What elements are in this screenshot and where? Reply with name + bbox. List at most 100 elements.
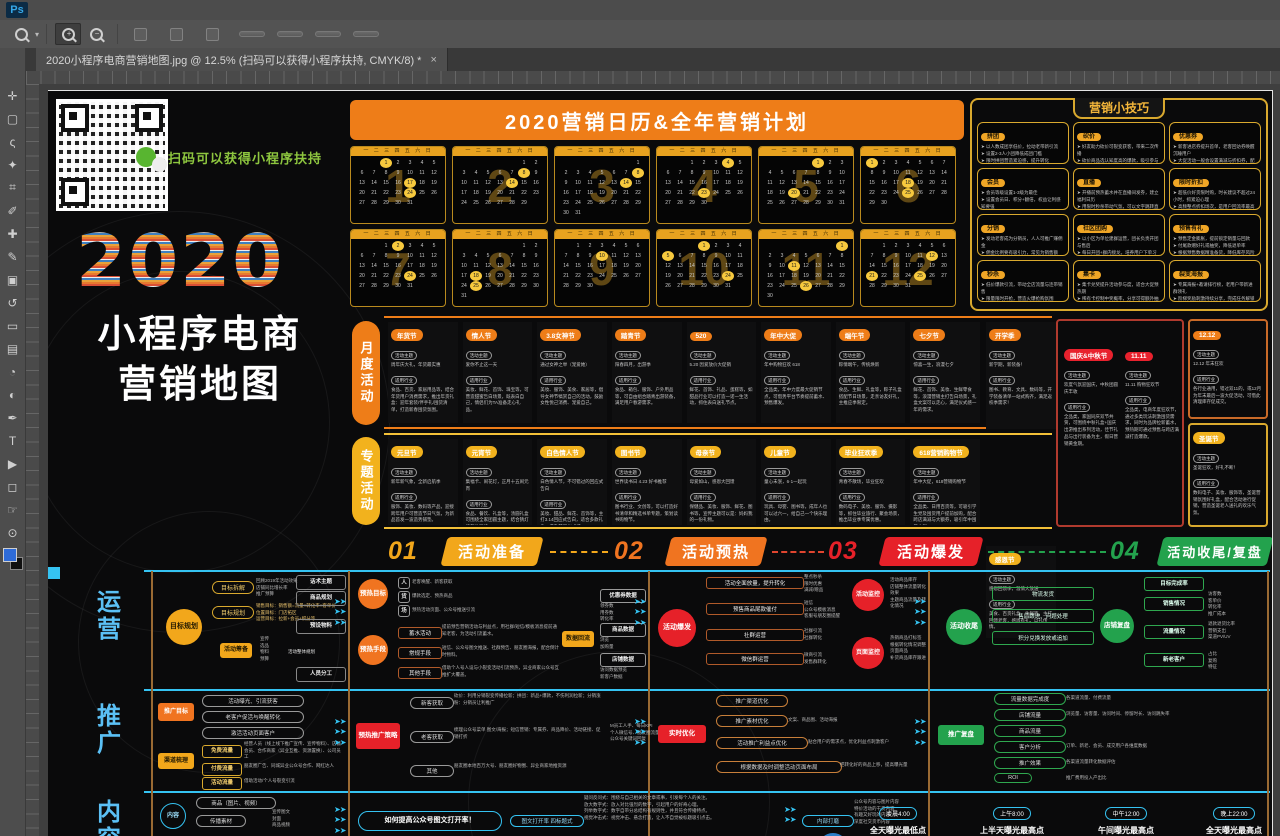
- calendar-day: 7: [800, 168, 812, 178]
- calendar-day: 3: [572, 168, 584, 178]
- tool-button[interactable]: ς: [2, 130, 24, 153]
- calendar-day: 10: [722, 251, 734, 261]
- tool-button[interactable]: T: [2, 429, 24, 452]
- event-theme-tag: 活动主题: [1193, 454, 1219, 463]
- node: 激活活动页面客户: [202, 727, 304, 739]
- calendar-day: 7: [506, 168, 518, 178]
- corner-accent: [48, 567, 60, 579]
- calendar-month: 一 二 三 四 五 六 日612345678910111213141516171…: [860, 146, 956, 224]
- dash-connector: [988, 551, 1106, 553]
- calendar-day-empty: [458, 158, 470, 168]
- tool-button[interactable]: ▭: [2, 314, 24, 337]
- option-button[interactable]: [353, 31, 379, 37]
- tool-button[interactable]: ⊙: [2, 521, 24, 544]
- tool-button[interactable]: ☞: [2, 498, 24, 521]
- node-warmup-goal: 预热目标: [358, 579, 388, 609]
- timeline-point: 中午12:00 午间曝光最高点: [1088, 803, 1164, 836]
- foreground-color-swatch[interactable]: [3, 548, 17, 562]
- tool-button[interactable]: ◻: [2, 475, 24, 498]
- timeline-label: 午间曝光最高点: [1088, 825, 1164, 836]
- calendar-day: 8: [686, 168, 698, 178]
- calendar-day: 14: [866, 261, 878, 271]
- tool-button[interactable]: ✎: [2, 245, 24, 268]
- calendar-month: 一 二 三 四 五 六 日111234567891011121314151617…: [758, 229, 854, 307]
- calendar-day: 6: [926, 158, 938, 168]
- calendar-day: 6: [494, 168, 506, 178]
- calendar-day-empty: [686, 241, 698, 251]
- event-industry-tag: 适用行业: [690, 493, 716, 502]
- tool-button[interactable]: ▤: [2, 337, 24, 360]
- tool-button[interactable]: ✚: [2, 222, 24, 245]
- tool-button[interactable]: ▢: [2, 107, 24, 130]
- zoom-tool-icon[interactable]: [8, 23, 34, 45]
- calendar-day: 1: [686, 158, 698, 168]
- event-industry: 食品、餐饮、礼盒等，汤圆礼盒可围绕全家团圆主题，结合猜灯谜互动玩法。: [466, 511, 530, 526]
- calendar-day: 29: [518, 281, 530, 291]
- close-tab-icon[interactable]: ×: [430, 54, 436, 66]
- event-card: 情人节 活动主题 爱你不止这一天 适用行业 美妆、鲜花、首饰、珠宝等，可营造甜蜜…: [463, 322, 533, 423]
- event-theme-tag: 活动主题: [615, 351, 641, 360]
- calendar-day: 2: [698, 158, 710, 168]
- stage-banner-burst: 活动爆发: [882, 537, 980, 566]
- tool-button[interactable]: ▶: [2, 452, 24, 475]
- checkbox-icon: [170, 28, 183, 41]
- calendar-days: 1234567891011121314151617181920212223242…: [657, 156, 751, 208]
- calendar-day: 16: [530, 261, 542, 271]
- dash-connector: [550, 551, 608, 553]
- tool-button[interactable]: ⌗: [2, 176, 24, 199]
- calendar-day: 23: [824, 188, 836, 198]
- tip-card: 裂变海报 ➤ 专属海报+邀请排行榜，老用户带新进群领礼 ➤ 阶梯奖励刺激持续分享…: [1169, 260, 1261, 302]
- event-title: 元宵节: [466, 446, 498, 458]
- calendar-day: 27: [812, 281, 824, 291]
- calendar-day-empty: [560, 158, 572, 168]
- option-checkbox[interactable]: [206, 28, 224, 41]
- tool-button[interactable]: ✦: [2, 153, 24, 176]
- option-button[interactable]: [277, 31, 303, 37]
- calendar-day: 19: [428, 261, 440, 271]
- dropdown-arrow-icon[interactable]: ▾: [35, 30, 39, 39]
- event-theme-tag: 活动主题: [1125, 371, 1151, 380]
- event-theme-tag: 活动主题: [989, 575, 1015, 584]
- tool-button[interactable]: ✐: [2, 199, 24, 222]
- calendar-month: 一 二 三 四 五 六 日912345678910111213141516171…: [554, 229, 650, 307]
- option-checkbox[interactable]: [134, 28, 152, 41]
- tip-label: 限时折扣: [1173, 179, 1209, 187]
- tool-button[interactable]: ▣: [2, 268, 24, 291]
- calendar-days: 1234567891011121314151617181920212223242…: [759, 239, 853, 301]
- node: 访客数 客单价 转化率 推广成本: [1208, 591, 1258, 617]
- calendar-day: 26: [596, 198, 608, 208]
- zoom-out-button[interactable]: −: [83, 23, 109, 45]
- calendar-day: 6: [356, 251, 368, 261]
- tool-button[interactable]: ✛: [2, 84, 24, 107]
- tool-button[interactable]: ◔: [2, 360, 24, 383]
- event-industry: 食品、生鲜、礼盒等，粽子礼盒搭配节日场景，走亲访友好礼，主推应季限定。: [839, 387, 903, 407]
- option-button[interactable]: [315, 31, 341, 37]
- calendar-day: 30: [890, 281, 902, 291]
- node: 活动全面放量，提升转化: [706, 577, 804, 589]
- calendar-day: 22: [836, 271, 848, 281]
- calendar-day: 12: [926, 251, 938, 261]
- tool-button[interactable]: ↺: [2, 291, 24, 314]
- zoom-in-button[interactable]: +: [55, 23, 81, 45]
- tool-button[interactable]: ✒: [2, 406, 24, 429]
- event-industry-tag: 适用行业: [913, 376, 939, 385]
- calendar-day: 12: [428, 251, 440, 261]
- event-industry: 美妆、鲜花、首饰、珠宝等，可营造甜蜜告白场景，既表白自己，情侣们为TA准备走心礼…: [466, 387, 530, 414]
- option-checkbox[interactable]: [170, 28, 188, 41]
- calendar-day: 20: [494, 188, 506, 198]
- flow-arrows-icon: ➤➤➤➤➤➤: [914, 597, 925, 628]
- node-content: 内容: [160, 803, 186, 829]
- node-data-return: 数据回流: [562, 631, 594, 647]
- tool-button[interactable]: ◐: [2, 383, 24, 406]
- document-tab[interactable]: 2020小程序电商营销地图.jpg @ 12.5% (扫码可以获得小程序扶持, …: [36, 48, 448, 71]
- event-industry-tag: 适用行业: [764, 493, 790, 502]
- separator: [46, 24, 47, 44]
- node: 店铺流量: [994, 709, 1066, 721]
- calendar-day: 28: [824, 281, 836, 291]
- option-button[interactable]: [239, 31, 265, 37]
- event-industry: 各行业通用，错过双11的，或12月为年末最后一波大促活动，可借此清理库存促成交。: [1193, 386, 1263, 406]
- color-swatches[interactable]: [3, 548, 23, 570]
- poster-title-line2: 营销地图: [70, 353, 330, 408]
- calendar-day: 12: [428, 168, 440, 178]
- calendar-day: 28: [938, 188, 950, 198]
